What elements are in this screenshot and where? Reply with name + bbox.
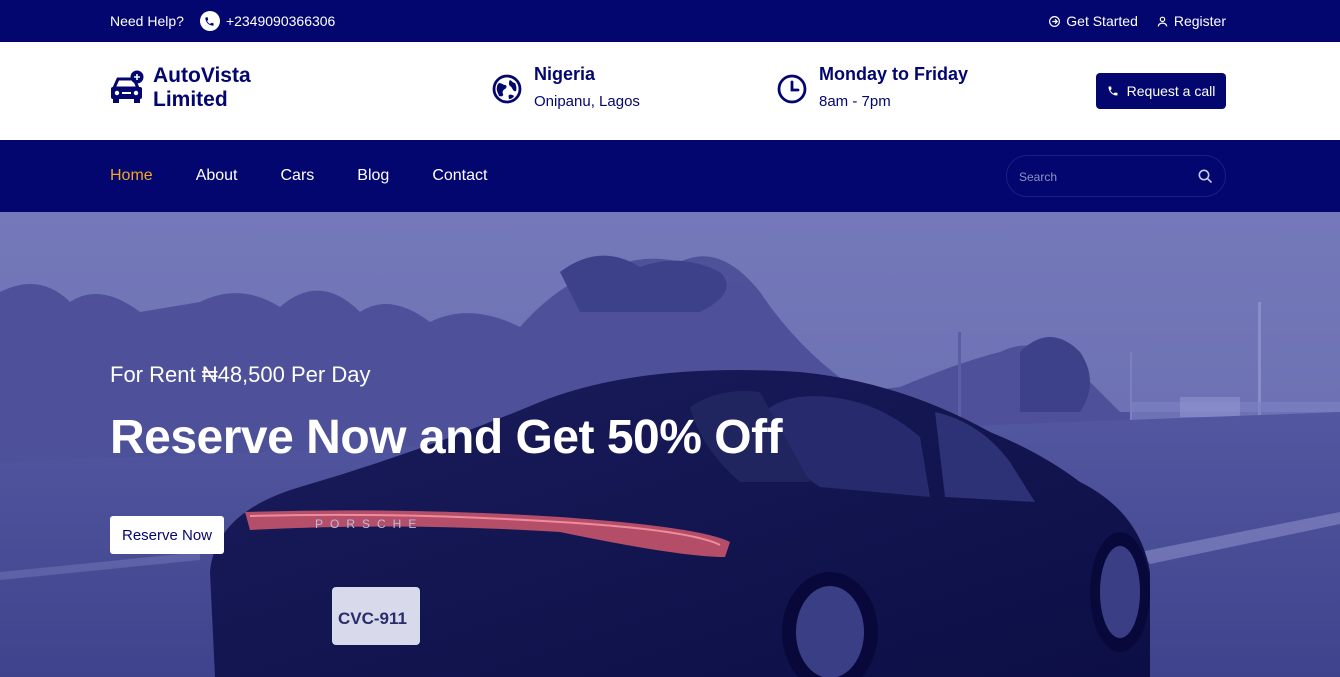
register-label: Register (1173, 13, 1226, 29)
phone-number-link[interactable]: +2349090366306 (226, 13, 335, 29)
car-brand-lettering: PORSCHE (315, 517, 423, 531)
top-bar: Need Help? +2349090366306 Get Started Re… (0, 0, 1340, 42)
hero-title: Reserve Now and Get 50% Off (110, 411, 783, 464)
phone-icon (199, 11, 220, 31)
hours-info: Monday to Friday 8am - 7pm (777, 64, 968, 110)
main-nav: Home About Cars Blog Contact (0, 140, 1340, 212)
phone-icon (1108, 86, 1118, 96)
hours-days: Monday to Friday (819, 64, 969, 84)
reserve-now-button[interactable]: Reserve Now (110, 516, 224, 554)
location-city: Onipanu, Lagos (534, 93, 640, 110)
search-input[interactable] (1019, 166, 1189, 188)
hours-time: 8am - 7pm (819, 93, 891, 110)
brand-logo[interactable]: AutoVista Limited (110, 64, 273, 112)
brand-name-line2: Limited (153, 88, 228, 111)
search-icon[interactable] (1197, 168, 1213, 184)
location-info: Nigeria Onipanu, Lagos (492, 64, 640, 110)
hero-banner: PORSCHE CVC-911 For Rent ₦48,500 Per Day… (0, 212, 1340, 677)
register-link[interactable]: Register (1156, 13, 1226, 29)
location-country: Nigeria (534, 64, 596, 84)
search-box (1006, 155, 1226, 197)
nav-item-about[interactable]: About (196, 167, 238, 185)
nav-item-cars[interactable]: Cars (281, 167, 315, 185)
car-logo-icon (111, 70, 144, 103)
user-icon (1157, 16, 1168, 27)
get-started-label: Get Started (1066, 13, 1138, 29)
request-call-label: Request a call (1126, 83, 1216, 99)
brand-name-line1: AutoVista (153, 64, 251, 87)
nav-item-home[interactable]: Home (110, 167, 153, 185)
nav-item-contact[interactable]: Contact (432, 167, 487, 185)
nav-item-blog[interactable]: Blog (357, 167, 389, 185)
license-plate-text: CVC-911 (338, 609, 407, 628)
clock-icon (777, 74, 807, 104)
request-call-button[interactable]: Request a call (1096, 73, 1226, 109)
globe-icon (492, 74, 522, 104)
need-help-label: Need Help? (110, 13, 184, 29)
site-header: AutoVista Limited Nigeria Onipanu, Lagos… (0, 42, 1340, 140)
sign-in-icon (1049, 15, 1061, 27)
get-started-link[interactable]: Get Started (1048, 13, 1138, 29)
hero-subtitle: For Rent ₦48,500 Per Day (110, 362, 371, 387)
